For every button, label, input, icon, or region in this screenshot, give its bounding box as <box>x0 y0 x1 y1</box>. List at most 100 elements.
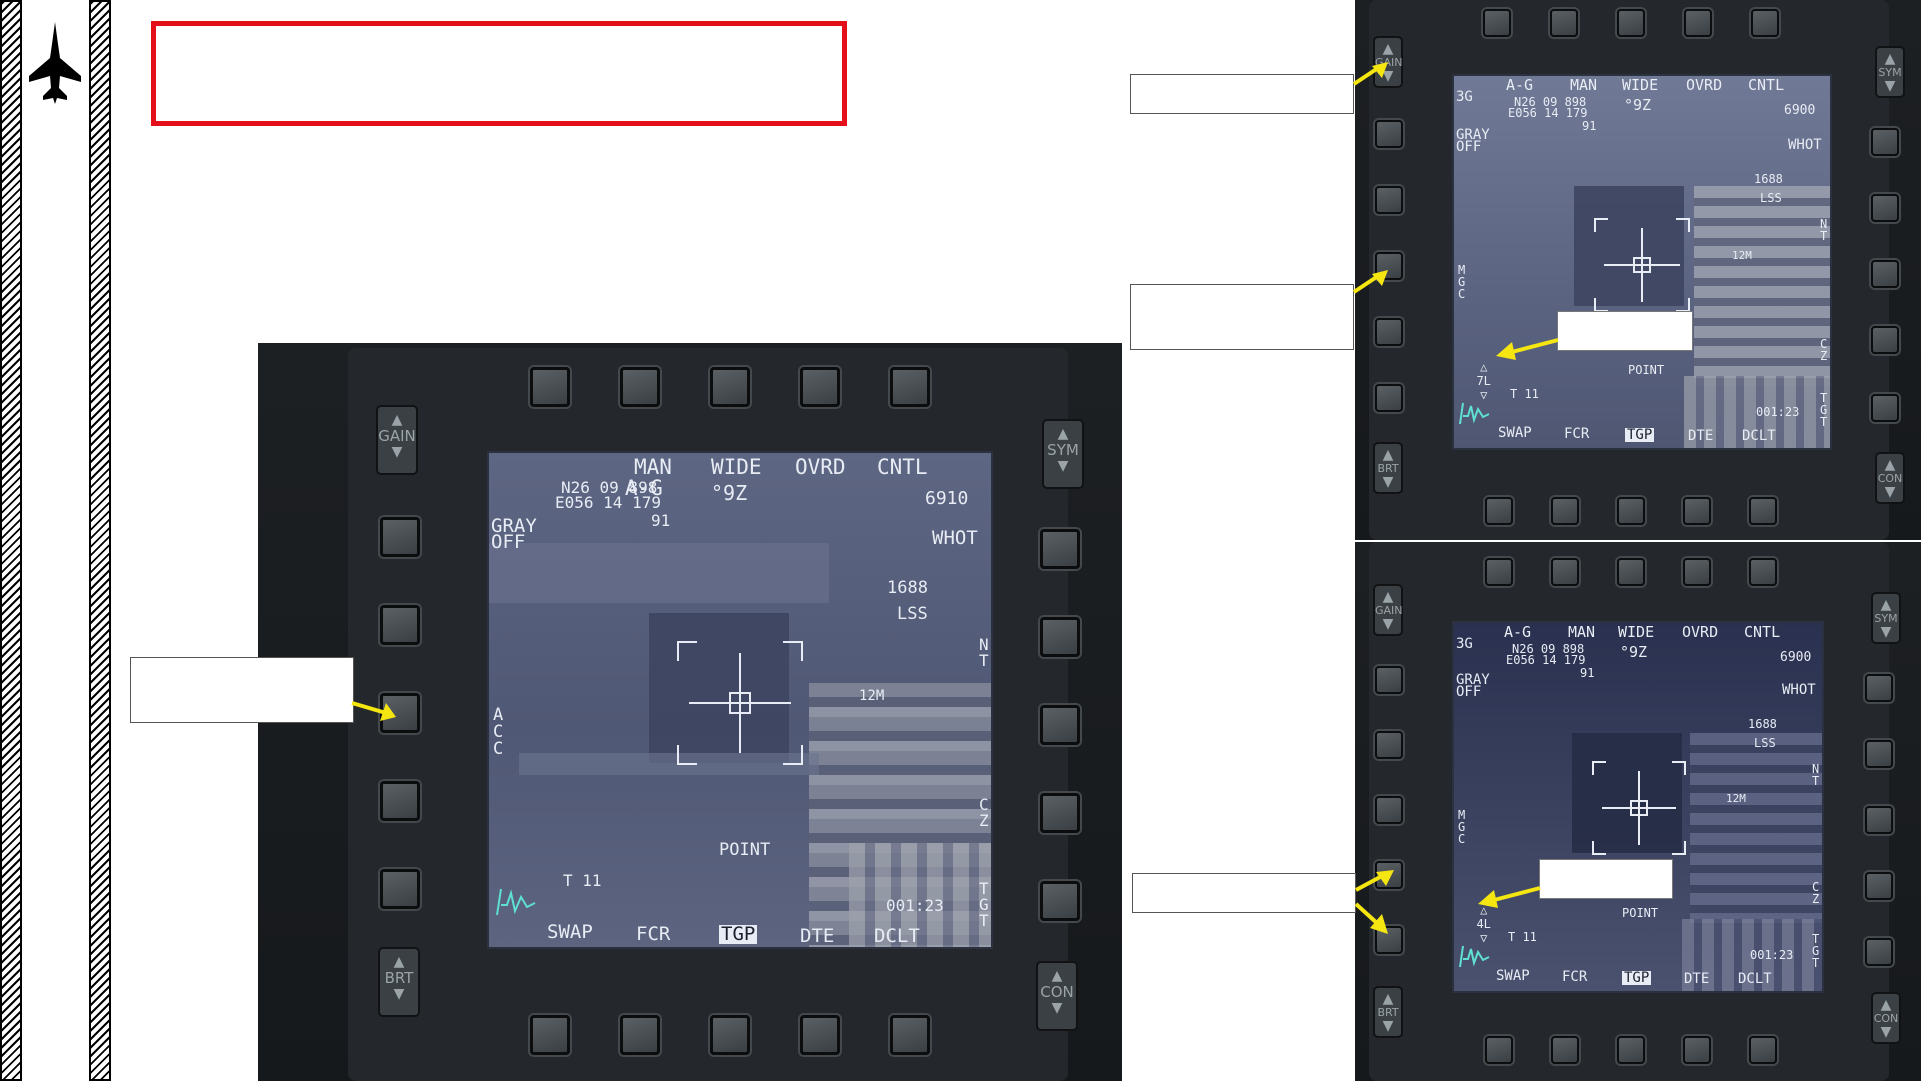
osb-right-4[interactable] <box>1865 872 1893 900</box>
tab-swap[interactable]: SWAP <box>547 923 593 942</box>
osb-bottom-5[interactable] <box>1749 497 1777 525</box>
osb-top-5[interactable] <box>1751 9 1779 37</box>
osb-right-1[interactable] <box>1871 128 1899 156</box>
left-vertical-label[interactable]: MGC <box>1458 785 1501 869</box>
tab-swap[interactable]: SWAP <box>1496 969 1530 983</box>
gray-state[interactable]: OFF <box>491 533 525 552</box>
osb-left-1[interactable] <box>1375 120 1403 148</box>
osb-bottom-5[interactable] <box>1749 1036 1777 1064</box>
brt-rocker[interactable]: ▲ BRT ▼ <box>1373 442 1403 494</box>
osb-left-2[interactable] <box>1375 186 1403 214</box>
osb-left-1[interactable] <box>1375 666 1403 694</box>
osb-bottom-5[interactable] <box>890 1015 930 1055</box>
osb-bottom-4[interactable] <box>1683 1036 1711 1064</box>
label-cntl[interactable]: CNTL <box>1744 625 1780 640</box>
osb-top-3[interactable] <box>1617 9 1645 37</box>
con-rocker[interactable]: ▲ CON ▼ <box>1875 452 1905 504</box>
label-man[interactable]: MAN <box>634 457 672 478</box>
tab-tgp[interactable]: TGP <box>1625 428 1655 442</box>
osb-top-4[interactable] <box>1684 9 1712 37</box>
gain-rocker[interactable]: ▲ GAIN ▼ <box>1373 584 1403 636</box>
tab-swap[interactable]: SWAP <box>1498 426 1532 440</box>
tab-dte[interactable]: DTE <box>1684 972 1709 986</box>
osb-right-3[interactable] <box>1865 806 1893 834</box>
label-man[interactable]: MAN <box>1568 625 1595 640</box>
label-wide[interactable]: WIDE <box>1622 78 1658 93</box>
label-cntl[interactable]: CNTL <box>877 457 928 478</box>
tab-tgp[interactable]: TGP <box>719 925 758 944</box>
osb-left-1[interactable] <box>380 517 420 557</box>
label-nt[interactable]: NT <box>1812 739 1822 811</box>
osb-top-1[interactable] <box>530 367 570 407</box>
con-rocker[interactable]: ▲ CON ▼ <box>1036 961 1078 1031</box>
brt-rocker[interactable]: ▲ BRT ▼ <box>1373 986 1403 1038</box>
osb-left-2[interactable] <box>380 605 420 645</box>
osb-right-1[interactable] <box>1040 529 1080 569</box>
tab-tgp[interactable]: TGP <box>1622 971 1652 985</box>
label-wide[interactable]: WIDE <box>1618 625 1654 640</box>
osb-bottom-1[interactable] <box>1485 1036 1513 1064</box>
osb-bottom-4[interactable] <box>800 1015 840 1055</box>
osb-left-5[interactable] <box>1375 384 1403 412</box>
osb-right-4[interactable] <box>1871 326 1899 354</box>
osb-top-3[interactable] <box>710 367 750 407</box>
label-ovrd[interactable]: OVRD <box>1682 625 1718 640</box>
left-vertical-label[interactable]: MGC <box>1458 240 1501 324</box>
tab-dte[interactable]: DTE <box>1688 429 1713 443</box>
osb-top-2[interactable] <box>1550 9 1578 37</box>
tab-fcr[interactable]: FCR <box>636 925 670 944</box>
label-tgt[interactable]: TGT <box>1820 368 1830 448</box>
brt-rocker[interactable]: ▲ BRT ▼ <box>378 947 420 1017</box>
label-tgt[interactable]: TGT <box>1812 909 1822 991</box>
label-nt[interactable]: NT <box>979 605 991 701</box>
osb-right-5[interactable] <box>1865 938 1893 966</box>
tab-dte[interactable]: DTE <box>800 927 834 946</box>
osb-top-1[interactable] <box>1483 9 1511 37</box>
osb-bottom-3[interactable] <box>710 1015 750 1055</box>
osb-bottom-2[interactable] <box>620 1015 660 1055</box>
osb-bottom-1[interactable] <box>530 1015 570 1055</box>
label-cntl[interactable]: CNTL <box>1748 78 1784 93</box>
osb-top-3[interactable] <box>1617 558 1645 586</box>
osb-bottom-4[interactable] <box>1683 497 1711 525</box>
osb-bottom-2[interactable] <box>1551 1036 1579 1064</box>
tab-dclt[interactable]: DCLT <box>874 927 920 946</box>
osb-top-5[interactable] <box>890 367 930 407</box>
label-ovrd[interactable]: OVRD <box>1686 78 1722 93</box>
sym-rocker[interactable]: ▲ SYM ▼ <box>1042 419 1084 489</box>
osb-left-2[interactable] <box>1375 731 1403 759</box>
tab-dclt[interactable]: DCLT <box>1742 429 1776 443</box>
osb-right-4[interactable] <box>1040 793 1080 833</box>
osb-right-3[interactable] <box>1040 705 1080 745</box>
osb-top-5[interactable] <box>1749 558 1777 586</box>
tab-fcr[interactable]: FCR <box>1564 427 1589 441</box>
tab-fcr[interactable]: FCR <box>1562 970 1587 984</box>
osb-right-2[interactable] <box>1040 617 1080 657</box>
osb-left-5[interactable] <box>380 869 420 909</box>
gray-state[interactable]: OFF <box>1456 140 1481 154</box>
osb-bottom-1[interactable] <box>1485 497 1513 525</box>
osb-top-4[interactable] <box>800 367 840 407</box>
osb-bottom-3[interactable] <box>1617 497 1645 525</box>
osb-top-2[interactable] <box>620 367 660 407</box>
sym-rocker[interactable]: ▲ SYM ▼ <box>1871 592 1901 644</box>
label-wide[interactable]: WIDE <box>711 457 762 478</box>
label-a-g[interactable]: A-G <box>1504 625 1531 640</box>
con-rocker[interactable]: ▲ CON ▼ <box>1871 992 1901 1044</box>
osb-right-2[interactable] <box>1871 194 1899 222</box>
osb-top-2[interactable] <box>1551 558 1579 586</box>
left-vertical-label[interactable]: ACC <box>493 673 554 792</box>
osb-left-4[interactable] <box>1375 318 1403 346</box>
whot-label[interactable]: WHOT <box>1782 683 1816 697</box>
osb-right-5[interactable] <box>1040 881 1080 921</box>
gray-state[interactable]: OFF <box>1456 685 1481 699</box>
whot-label[interactable]: WHOT <box>932 529 978 548</box>
tab-dclt[interactable]: DCLT <box>1738 972 1772 986</box>
whot-label[interactable]: WHOT <box>1788 138 1822 152</box>
sym-rocker[interactable]: ▲ SYM ▼ <box>1875 46 1905 98</box>
osb-left-3[interactable] <box>1375 796 1403 824</box>
osb-right-5[interactable] <box>1871 394 1899 422</box>
label-a-g[interactable]: A-G <box>1506 78 1533 93</box>
label-nt[interactable]: NT <box>1820 194 1830 266</box>
osb-bottom-2[interactable] <box>1551 497 1579 525</box>
